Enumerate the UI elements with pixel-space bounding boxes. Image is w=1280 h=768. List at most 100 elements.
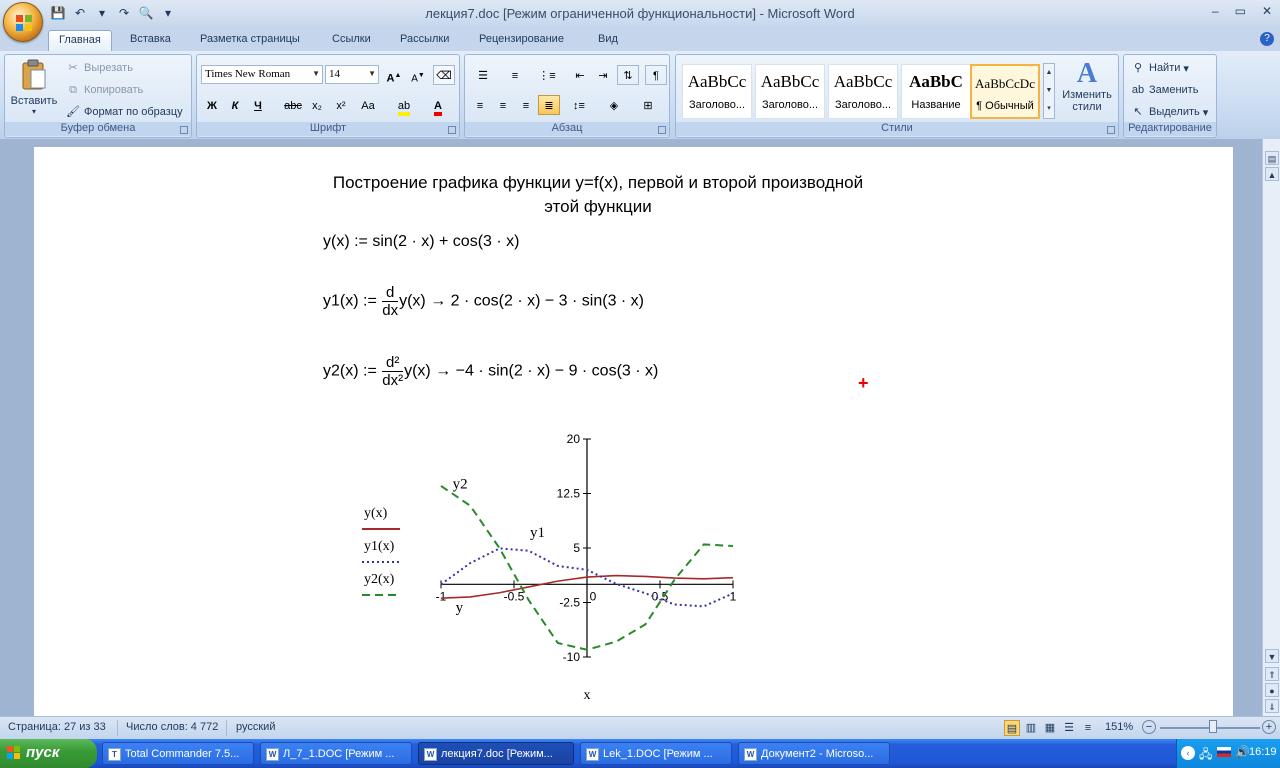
tab-references[interactable]: Ссылки [322,30,381,52]
page-count[interactable]: Страница: 27 из 33 [8,721,106,733]
borders-button[interactable]: ⊞ [633,95,663,115]
clipboard-group: Вставить ▾ ✂ Вырезать ⧉ Копировать 🖌 Формат… [4,54,192,138]
align-center-button[interactable]: ≡ [492,95,514,115]
dialog-launcher-icon[interactable] [1107,126,1115,134]
align-left-icon: ≡ [476,100,484,112]
style-title[interactable]: AaBbC Название [901,64,971,119]
scroll-down-icon[interactable]: ▼ [1265,649,1279,663]
style-heading1[interactable]: AaBbCc Заголово... [682,64,752,119]
task-word-l7[interactable]: W Л_7_1.DOC [Режим ... [260,742,412,765]
function-plot[interactable]: 2012.55-2.5-10-1 -0.5 0 0.5 1y2y1yxy(x)y1(x)… [350,425,770,710]
browse-object-icon[interactable]: ● [1265,683,1279,697]
start-button[interactable]: пуск [0,739,97,768]
office-button[interactable] [3,2,43,42]
full-screen-reading-icon[interactable]: ▥ [1023,720,1039,736]
change-case-button[interactable]: Aa [354,95,382,115]
ruler-toggle-icon[interactable]: ▤ [1265,151,1279,165]
zoom-in-icon[interactable]: + [1262,720,1276,734]
zoom-out-icon[interactable]: − [1142,720,1156,734]
vertical-scrollbar[interactable]: ▤ ▲ ▼ ⇑ ● ⇓ [1262,139,1280,716]
style-heading3[interactable]: AaBbCc Заголово... [828,64,898,119]
outline-icon[interactable]: ☰ [1061,720,1077,736]
tab-review[interactable]: Рецензирование [469,30,574,52]
dialog-launcher-icon[interactable] [180,126,188,134]
x-tick-label: -1 [436,589,447,603]
align-right-button[interactable]: ≡ [515,95,537,115]
sort-button[interactable]: ⇅ [617,65,639,85]
y-tick-label: 20 [567,432,581,446]
grow-font-button[interactable]: A▲ [383,65,405,85]
replace-button[interactable]: ab Заменить [1130,82,1199,98]
print-layout-icon[interactable]: ▤ [1004,720,1020,736]
line-spacing-button[interactable]: ↕≡ [565,95,593,115]
superscript-button[interactable]: x² [330,95,352,115]
italic-button[interactable]: К [224,95,246,115]
cut-label: Вырезать [84,62,133,74]
tab-page-layout[interactable]: Разметка страницы [190,30,310,52]
show-marks-button[interactable]: ¶ [645,65,667,85]
tab-insert[interactable]: Вставка [120,30,181,52]
tab-home[interactable]: Главная [48,30,112,52]
dialog-launcher-icon[interactable] [448,126,456,134]
task-total-commander[interactable]: T Total Commander 7.5... [102,742,254,765]
styles-scroll[interactable]: ▲ ▼ ▾ [1043,63,1055,119]
dialog-launcher-icon[interactable] [658,126,666,134]
shrink-font-button[interactable]: A▼ [407,65,429,85]
change-styles-button[interactable]: A Изменить стили [1058,59,1116,114]
help-icon[interactable]: ? [1260,32,1274,46]
language[interactable]: русский [236,721,275,733]
web-layout-icon[interactable]: ▦ [1042,720,1058,736]
font-family-select[interactable]: Times New Roman ▼ [201,65,323,84]
decrease-indent-button[interactable]: ⇤ [569,65,591,85]
strikethrough-button[interactable]: abc [282,95,304,115]
zoom-level[interactable]: 151% [1105,721,1133,733]
style-normal[interactable]: AaBbCcDc ¶ Обычный [970,64,1040,119]
series-annotation: y [456,600,464,616]
close-button[interactable]: ✕ [1262,4,1272,18]
tray-expand-icon[interactable]: ‹ [1181,746,1195,760]
multilevel-list-button[interactable]: ⋮≡ [533,65,561,85]
cut-button[interactable]: ✂ Вырезать [65,60,133,76]
tab-view[interactable]: Вид [588,30,628,52]
next-page-icon[interactable]: ⇓ [1265,699,1279,713]
tab-mailings[interactable]: Рассылки [390,30,459,52]
series-point [674,604,675,605]
align-left-button[interactable]: ≡ [469,95,491,115]
speaker-icon[interactable]: 🔊 [1235,745,1250,759]
font-color-button[interactable]: A [423,95,453,116]
bullets-button[interactable]: ☰ [469,65,497,85]
y-tick-label: 5 [573,541,580,555]
zoom-slider-thumb[interactable] [1209,720,1217,733]
previous-page-icon[interactable]: ⇑ [1265,667,1279,681]
shading-button[interactable]: ◈ [599,95,629,115]
format-painter-button[interactable]: 🖌 Формат по образцу [65,104,183,120]
task-word-document2[interactable]: W Документ2 - Microso... [738,742,890,765]
style-heading2[interactable]: AaBbCc Заголово... [755,64,825,119]
subscript-button[interactable]: x₂ [306,95,328,115]
font-group-label: Шрифт [197,122,459,136]
select-button[interactable]: ↖ Выделить ▾ [1130,104,1208,120]
draft-icon[interactable]: ≡ [1080,720,1096,736]
network-icon[interactable]: 🖧 [1199,745,1212,766]
flag-ru-icon[interactable] [1217,747,1231,757]
font-size-select[interactable]: 14 ▼ [325,65,379,84]
task-word-lek1[interactable]: W Lek_1.DOC [Режим ... [580,742,732,765]
pilcrow-icon: ¶ [653,70,659,82]
maximize-button[interactable]: ▭ [1235,4,1246,18]
numbering-button[interactable]: ≡ [501,65,529,85]
paste-button[interactable]: Вставить ▾ [9,59,59,119]
copy-button[interactable]: ⧉ Копировать [65,82,143,98]
increase-indent-button[interactable]: ⇥ [592,65,614,85]
task-word-lecture7[interactable]: Wлекция7.doc [Режим... [418,742,574,765]
word-count[interactable]: Число слов: 4 772 [126,721,218,733]
clear-format-button[interactable]: ⌫ [433,65,455,85]
find-button[interactable]: ⚲ Найти ▾ [1130,60,1189,76]
underline-button[interactable]: Ч [247,95,269,115]
bold-button[interactable]: Ж [201,95,223,115]
highlight-button[interactable]: ab [389,95,419,116]
justify-button[interactable]: ≣ [538,95,560,115]
scroll-up-icon[interactable]: ▲ [1265,167,1279,181]
minimize-button[interactable]: – [1212,4,1219,18]
title-separator: - [755,6,768,21]
paragraph-group: ☰ ≡ ⋮≡ ⇤ ⇥ ⇅ ¶ ≡ ≡ ≡ ≣ ↕≡ ◈ ⊞ Абзац [464,54,670,138]
